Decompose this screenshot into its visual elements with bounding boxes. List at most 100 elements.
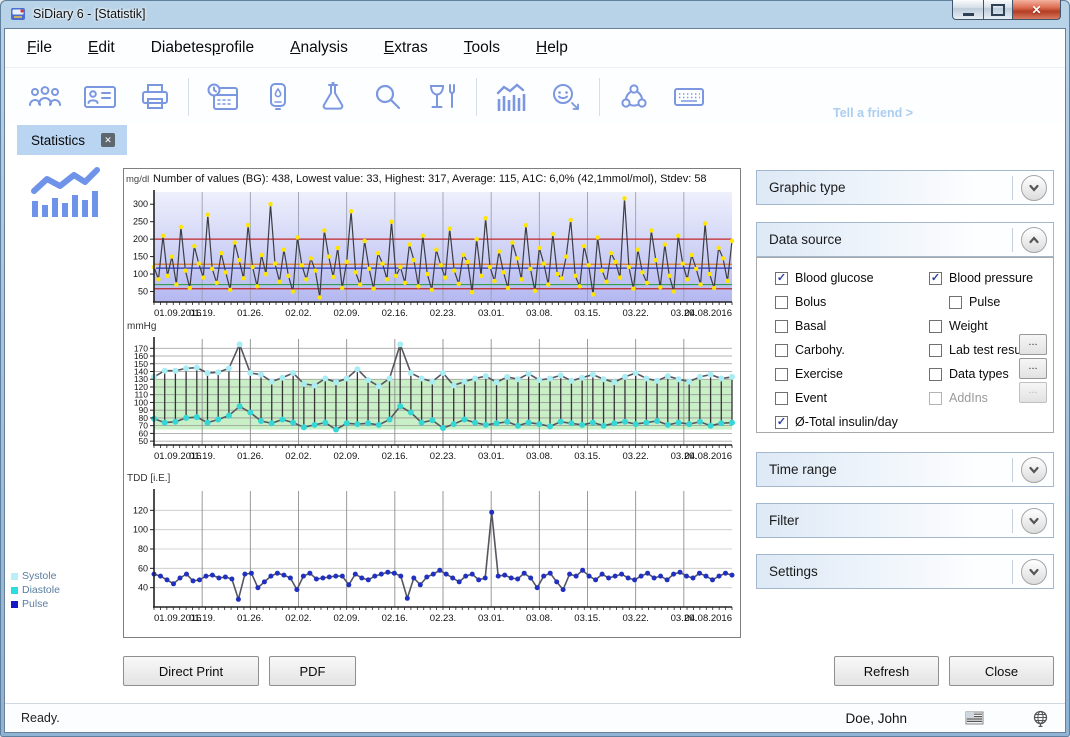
svg-text:02.09.: 02.09. — [333, 451, 359, 462]
chevron-down-icon[interactable] — [1021, 559, 1047, 585]
close-window-button[interactable]: ✕ — [1012, 0, 1061, 20]
menu-file[interactable]: File — [27, 39, 52, 57]
panel-graphic-type[interactable]: Graphic type — [756, 170, 1054, 205]
bg-unit-label: mg/dl — [126, 174, 153, 185]
tdd-insulin-chart: 40608010012001.09.201601.19.01.26.02.02.… — [126, 486, 738, 626]
language-flag-icon[interactable] — [965, 711, 984, 725]
menu-edit[interactable]: Edit — [88, 39, 115, 57]
caption-buttons: ✕ — [952, 0, 1061, 20]
svg-text:04.08.2016: 04.08.2016 — [684, 613, 732, 624]
menu-help[interactable]: Help — [536, 39, 568, 57]
checkbox-row-pulse[interactable]: Pulse — [929, 290, 1033, 314]
unchecked-checkbox[interactable] — [929, 392, 942, 405]
unchecked-checkbox[interactable] — [929, 344, 942, 357]
checkbox-row--total-insulin-day[interactable]: ✓Ø-Total insulin/day — [775, 410, 898, 434]
share-icon[interactable] — [606, 75, 661, 119]
unchecked-checkbox[interactable] — [929, 368, 942, 381]
glucose-meter-icon[interactable] — [250, 75, 305, 119]
toolbar-separator — [599, 78, 600, 116]
window-title: SiDiary 6 - [Statistik] — [33, 7, 146, 21]
globe-icon[interactable] — [1032, 710, 1049, 727]
maximize-button[interactable] — [984, 0, 1012, 20]
chevron-down-icon[interactable] — [1021, 175, 1047, 201]
pdf-button[interactable]: PDF — [269, 656, 356, 686]
panel-settings[interactable]: Settings — [756, 554, 1054, 589]
data-types-more-button[interactable]: ... — [1019, 358, 1047, 379]
status-bar: Ready. Doe, John — [5, 703, 1065, 732]
checkbox-row-carbohy-[interactable]: Carbohy. — [775, 338, 898, 362]
lab-flask-icon[interactable] — [305, 75, 360, 119]
users-icon[interactable] — [17, 75, 72, 119]
checkbox-row-lab-test-resu[interactable]: Lab test resu — [929, 338, 1033, 362]
chevron-up-icon[interactable] — [1021, 227, 1047, 253]
checkbox-row-blood-glucose[interactable]: ✓Blood glucose — [775, 266, 898, 290]
lab-test-more-button[interactable]: ... — [1019, 334, 1047, 355]
svg-text:01.19.: 01.19. — [189, 451, 215, 462]
svg-text:02.23.: 02.23. — [430, 308, 456, 319]
statistics-icon[interactable] — [483, 75, 538, 119]
svg-text:02.09.: 02.09. — [333, 308, 359, 319]
chevron-down-icon[interactable] — [1021, 508, 1047, 534]
contact-card-icon[interactable] — [72, 75, 127, 119]
addins-more-button[interactable]: ... — [1019, 382, 1047, 403]
unchecked-checkbox[interactable] — [775, 320, 788, 333]
checkbox-row-bolus[interactable]: Bolus — [775, 290, 898, 314]
menu-tools[interactable]: Tools — [464, 39, 500, 57]
close-button[interactable]: Close — [949, 656, 1054, 686]
unchecked-checkbox[interactable] — [929, 320, 942, 333]
toolbar-separator — [476, 78, 477, 116]
direct-print-button[interactable]: Direct Print — [123, 656, 259, 686]
toolbar: Tell a friend > — [5, 67, 1065, 125]
checkbox-row-event[interactable]: Event — [775, 386, 898, 410]
checkbox-row-exercise[interactable]: Exercise — [775, 362, 898, 386]
bg-stats-line: Number of values (BG): 438, Lowest value… — [153, 173, 707, 185]
keyboard-icon[interactable] — [661, 75, 716, 119]
panel-data-source[interactable]: Data source — [756, 222, 1054, 257]
app-window: SiDiary 6 - [Statistik] ✕ File Edit Diabet… — [0, 0, 1070, 737]
unchecked-checkbox[interactable] — [775, 392, 788, 405]
svg-text:02.23.: 02.23. — [430, 451, 456, 462]
checkbox-row-blood-pressure[interactable]: ✓Blood pressure — [929, 266, 1033, 290]
svg-text:150: 150 — [133, 252, 148, 262]
panel-time-range[interactable]: Time range — [756, 452, 1054, 487]
menu-extras[interactable]: Extras — [384, 39, 428, 57]
checkbox-label: Event — [795, 391, 827, 405]
tell-a-friend-link[interactable]: Tell a friend > — [833, 106, 913, 120]
svg-text:03.15.: 03.15. — [574, 451, 600, 462]
legend-label: Diastole — [22, 584, 60, 596]
svg-text:02.16.: 02.16. — [382, 613, 408, 624]
smiley-export-icon[interactable] — [538, 75, 593, 119]
refresh-button[interactable]: Refresh — [834, 656, 939, 686]
unchecked-checkbox[interactable] — [775, 296, 788, 309]
minimize-button[interactable] — [952, 0, 984, 20]
close-icon: ✕ — [1031, 3, 1041, 17]
checkbox-row-data-types[interactable]: Data types — [929, 362, 1033, 386]
unchecked-checkbox[interactable] — [775, 368, 788, 381]
search-icon[interactable] — [360, 75, 415, 119]
menu-diabetesprofile[interactable]: Diabetesprofile — [151, 39, 254, 57]
checkbox-row-basal[interactable]: Basal — [775, 314, 898, 338]
checked-checkbox[interactable]: ✓ — [775, 272, 788, 285]
menu-analysis[interactable]: Analysis — [290, 39, 348, 57]
svg-text:01.26.: 01.26. — [237, 451, 263, 462]
nutrition-icon[interactable] — [415, 75, 470, 119]
print-icon[interactable] — [127, 75, 182, 119]
panel-title: Data source — [769, 232, 842, 247]
checkbox-row-addins[interactable]: AddIns — [929, 386, 1033, 410]
unchecked-checkbox[interactable] — [949, 296, 962, 309]
checked-checkbox[interactable]: ✓ — [775, 416, 788, 429]
tab-close-icon[interactable]: ✕ — [101, 133, 115, 147]
title-bar: SiDiary 6 - [Statistik] — [0, 0, 1070, 28]
calendar-clock-icon[interactable] — [195, 75, 250, 119]
panel-filter[interactable]: Filter — [756, 503, 1054, 538]
checkbox-row-weight[interactable]: Weight — [929, 314, 1033, 338]
bp-unit-label: mmHg — [126, 321, 738, 334]
svg-text:200: 200 — [133, 234, 148, 244]
current-user: Doe, John — [845, 711, 907, 726]
tab-statistics[interactable]: Statistics ✕ — [17, 125, 127, 155]
legend-item-diastole: Diastole — [11, 584, 60, 596]
checkbox-label: Pulse — [969, 295, 1000, 309]
checked-checkbox[interactable]: ✓ — [929, 272, 942, 285]
chevron-down-icon[interactable] — [1021, 457, 1047, 483]
unchecked-checkbox[interactable] — [775, 344, 788, 357]
